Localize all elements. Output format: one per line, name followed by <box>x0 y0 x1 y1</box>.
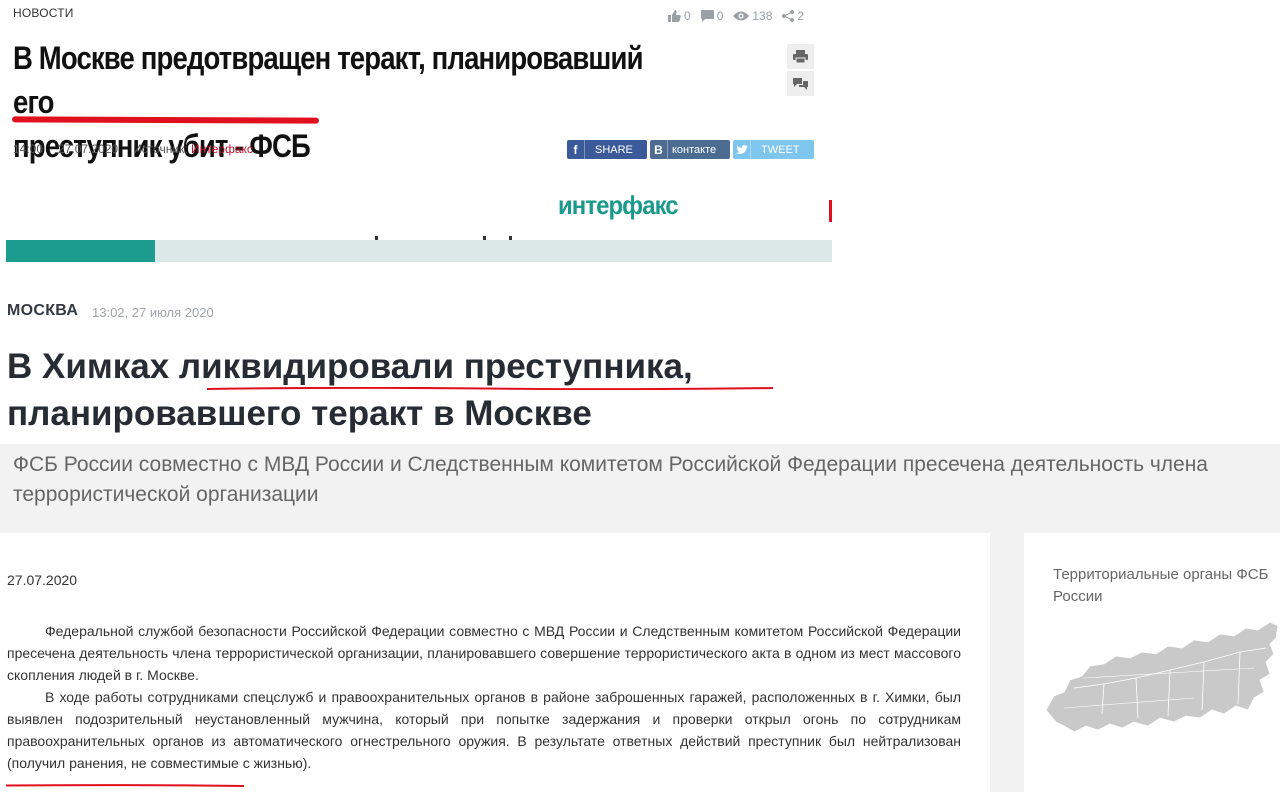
news-card: НОВОСТИ 0 0 138 2 В Москве предотвращен … <box>0 0 832 272</box>
vkontakte-share-label: контакте <box>672 143 717 156</box>
sidebar-regional-offices[interactable]: Территориальные органы ФСБ России <box>1024 533 1280 792</box>
news-meta: 14:00 27.07.2020 Источник: Интерфакс <box>13 142 253 156</box>
facebook-icon: f <box>567 140 585 159</box>
interfax-logo[interactable]: интерфакс <box>558 190 679 221</box>
comments-stat[interactable]: 0 <box>700 9 724 23</box>
article-headline: В Химках ликвидировали преступника, план… <box>7 343 827 437</box>
comment-icon <box>700 10 714 22</box>
source-label: Источник: <box>133 142 188 156</box>
share-buttons: f SHARE В контакте TWEET <box>567 140 814 159</box>
eye-icon <box>733 11 750 21</box>
twitter-icon <box>733 140 751 159</box>
shares-count: 2 <box>797 9 805 23</box>
article-headline-line-1: В Химках ликвидировали преступника, <box>7 347 693 386</box>
banner-red-mark <box>829 200 832 222</box>
printer-icon <box>793 50 808 63</box>
likes-stat[interactable]: 0 <box>668 9 691 23</box>
facebook-share-label: SHARE <box>595 143 633 156</box>
vkontakte-share-button[interactable]: В контакте <box>650 140 730 159</box>
article-date: 27.07.2020 <box>7 572 78 588</box>
news-date: 27.07.2020 <box>58 142 119 156</box>
chat-bubbles-icon <box>793 78 808 90</box>
comments-count: 0 <box>716 9 724 23</box>
rubric-label[interactable]: НОВОСТИ <box>13 6 74 20</box>
column-gutter <box>990 533 1024 792</box>
article-datetime: 13:02, 27 июля 2020 <box>92 305 214 320</box>
red-highlight-underline-2 <box>207 387 773 390</box>
twitter-share-label: TWEET <box>761 143 800 156</box>
article-lead: ФСБ России совместно с МВД России и След… <box>13 453 1208 506</box>
red-highlight-underline-3 <box>6 784 244 787</box>
article-paragraph-2: В ходе работы сотрудниками спецслужб и п… <box>7 689 961 771</box>
news-time: 14:00 <box>13 142 44 156</box>
facebook-share-button[interactable]: f SHARE <box>567 140 647 159</box>
promo-banner[interactable] <box>6 190 832 240</box>
stats-bar: 0 0 138 2 <box>668 9 804 23</box>
sidebar-title: Территориальные органы ФСБ России <box>1053 566 1269 605</box>
views-count: 138 <box>752 9 773 23</box>
source-link[interactable]: Интерфакс <box>191 142 253 156</box>
views-stat: 138 <box>733 9 772 23</box>
comments-button[interactable] <box>787 71 814 98</box>
article-body: Федеральной службой безопасности Российс… <box>7 620 961 774</box>
print-button[interactable] <box>787 44 814 71</box>
likes-count: 0 <box>684 9 691 23</box>
vkontakte-icon: В <box>650 140 668 159</box>
thumbs-up-icon <box>668 10 681 22</box>
article-paragraph-1: Федеральной службой безопасности Российс… <box>7 623 961 683</box>
article-headline-line-2: планировавшего теракт в Москве <box>7 394 592 433</box>
reading-progress-fill <box>6 240 155 262</box>
article-tools <box>787 44 814 98</box>
news-source: Источник: Интерфакс <box>133 142 253 156</box>
headline-line-1: В Москве предотвращен теракт, планировав… <box>13 40 643 120</box>
twitter-share-button[interactable]: TWEET <box>733 140 814 159</box>
russia-map-icon[interactable] <box>1044 618 1280 738</box>
share-icon <box>782 10 795 22</box>
shares-stat[interactable]: 2 <box>782 9 804 23</box>
reading-progress-bar <box>6 240 832 262</box>
article-city[interactable]: МОСКВА <box>7 302 78 320</box>
